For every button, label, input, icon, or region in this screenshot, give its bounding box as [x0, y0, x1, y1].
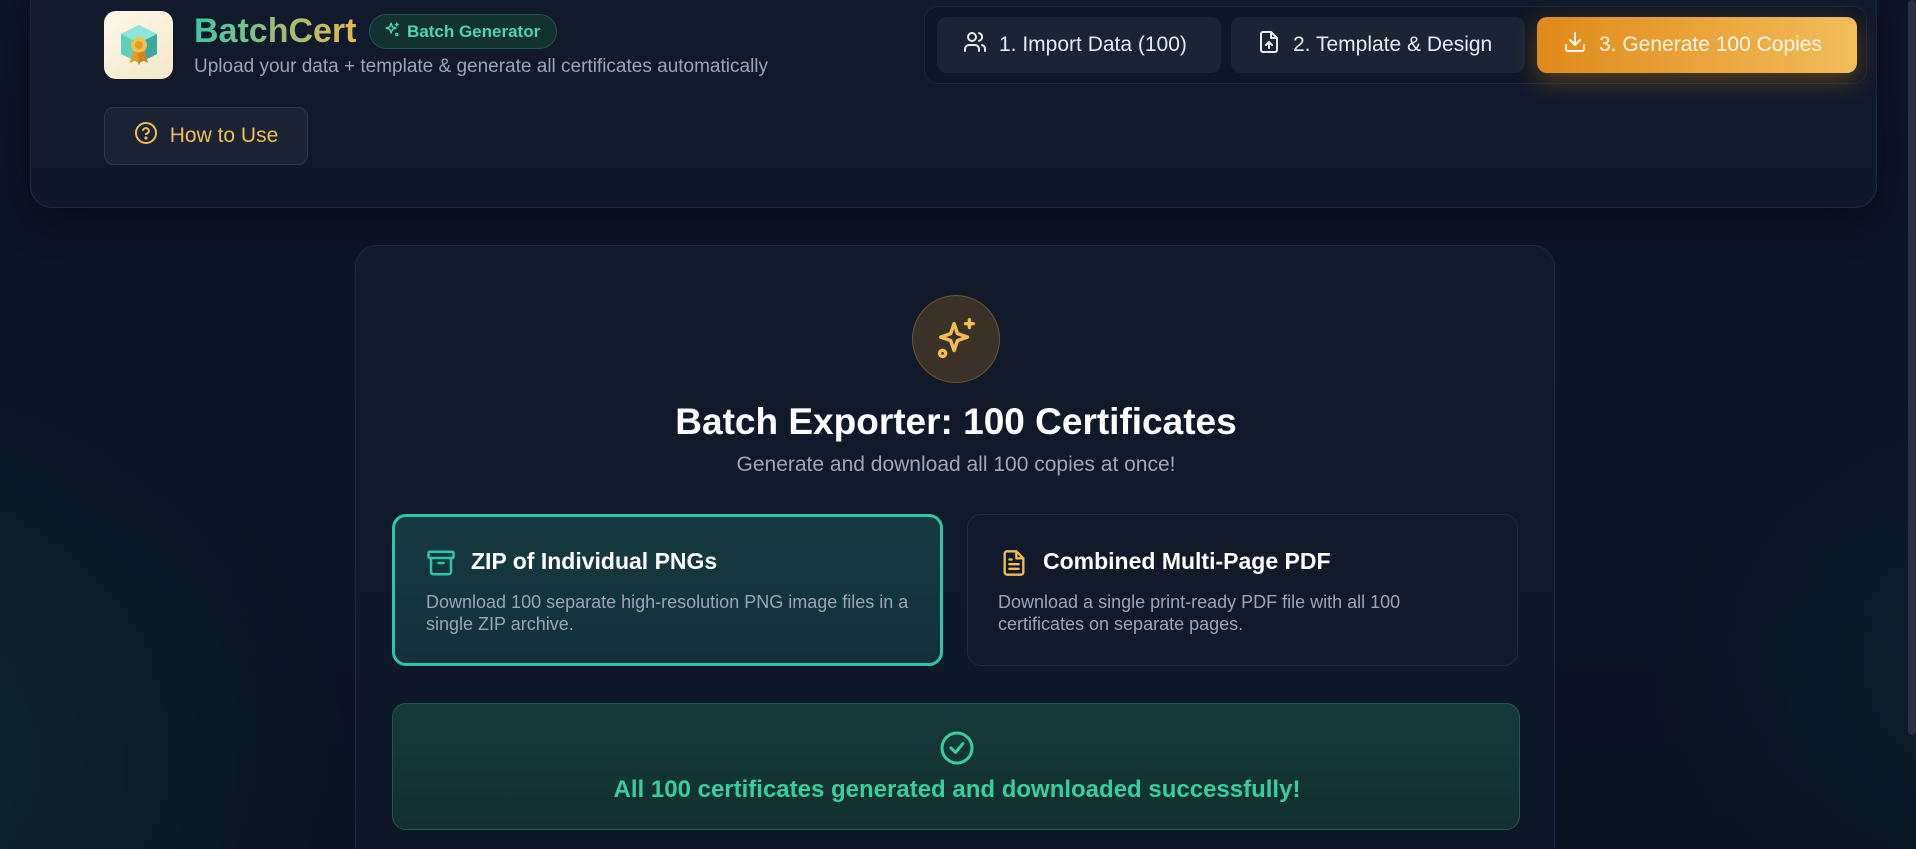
success-message: All 100 certificates generated and downl…: [613, 776, 1301, 803]
app-header: BatchCert Batch Generator Upload your da…: [30, 0, 1877, 208]
option-title: ZIP of Individual PNGs: [471, 548, 718, 574]
help-circle-icon: [134, 121, 158, 151]
batch-generator-badge: Batch Generator: [369, 14, 558, 49]
option-title: Combined Multi-Page PDF: [1043, 548, 1331, 574]
app-subtitle: Upload your data + template & generate a…: [194, 56, 769, 77]
success-banner: All 100 certificates generated and downl…: [392, 703, 1520, 830]
exporter-title: Batch Exporter: 100 Certificates: [675, 401, 1237, 442]
option-zip-pngs[interactable]: ZIP of Individual PNGs Download 100 sepa…: [392, 514, 943, 666]
exporter-subtitle: Generate and download all 100 copies at …: [736, 453, 1176, 476]
step-import-data[interactable]: 1. Import Data (100): [937, 17, 1221, 73]
check-circle-icon: [939, 730, 975, 771]
how-to-use-label: How to Use: [169, 124, 279, 147]
sparkles-icon: [384, 21, 401, 43]
archive-icon: [426, 548, 456, 583]
step-label: 2. Template & Design: [1293, 33, 1493, 56]
option-description: Download 100 separate high-resolution PN…: [426, 592, 909, 634]
badge-label: Batch Generator: [407, 21, 541, 41]
document-icon: [1000, 548, 1028, 583]
step-template-design[interactable]: 2. Template & Design: [1231, 17, 1525, 73]
batch-exporter-card: Batch Exporter: 100 Certificates Generat…: [355, 245, 1555, 849]
workflow-stepper: 1. Import Data (100) 2. Template & Desig…: [924, 6, 1867, 84]
download-icon: [1563, 30, 1587, 60]
page-scrollbar[interactable]: [1908, 0, 1916, 735]
sparkles-icon: [912, 295, 1000, 383]
option-description: Download a single print-ready PDF file w…: [998, 592, 1401, 634]
option-multipage-pdf[interactable]: Combined Multi-Page PDF Download a singl…: [967, 514, 1518, 666]
step-label: 1. Import Data (100): [999, 33, 1187, 56]
file-upload-icon: [1257, 30, 1281, 60]
step-label: 3. Generate 100 Copies: [1599, 33, 1822, 56]
how-to-use-button[interactable]: How to Use: [104, 107, 308, 165]
app-title: BatchCert: [194, 12, 357, 50]
users-icon: [963, 30, 987, 60]
certificate-box-icon: [104, 11, 173, 79]
step-generate-copies[interactable]: 3. Generate 100 Copies: [1537, 17, 1857, 73]
